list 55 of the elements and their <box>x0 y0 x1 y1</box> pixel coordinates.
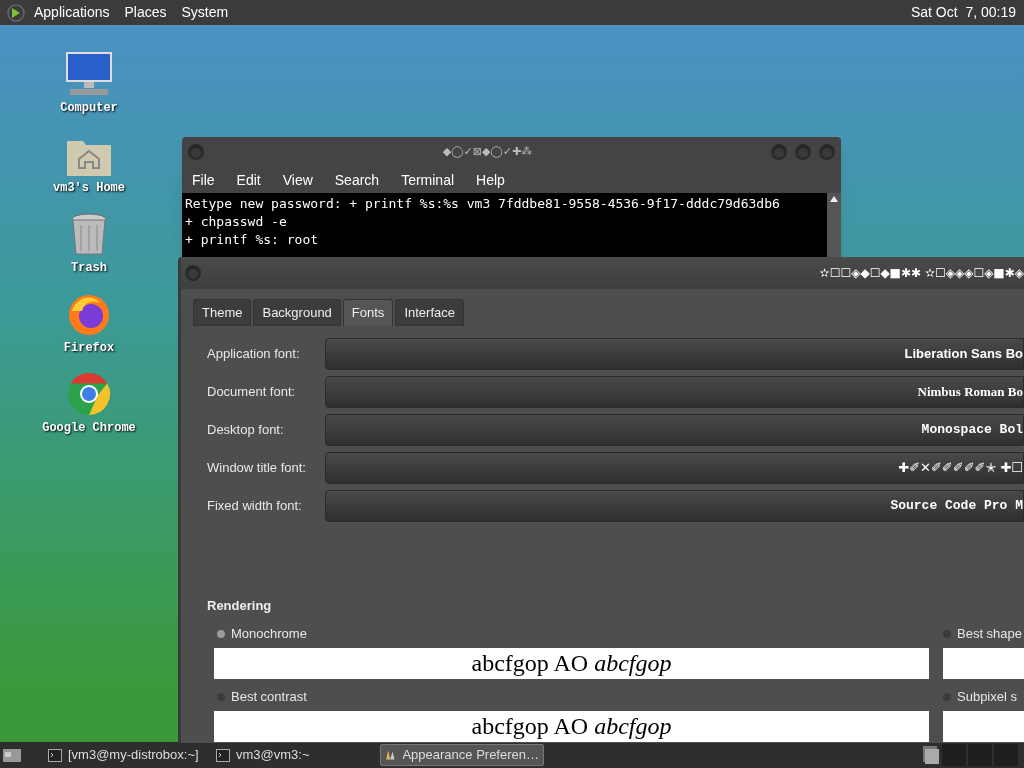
font-button[interactable]: ✚✐✕✐✐✐✐✐✭ ✚☐ <box>325 452 1024 484</box>
radio-button[interactable] <box>217 629 225 638</box>
window-menu-button[interactable] <box>188 144 204 160</box>
menu-item[interactable]: Search <box>334 169 380 191</box>
minimize-button[interactable] <box>771 144 787 160</box>
radio-label: Best shape <box>957 624 1023 643</box>
font-label: Application font: <box>207 345 301 364</box>
browser-icon <box>66 371 112 417</box>
panel-menu[interactable]: Applications <box>34 2 110 23</box>
tab[interactable]: Background <box>253 299 341 326</box>
radio-label: Subpixel s <box>957 687 1017 706</box>
font-preview: abcfgop AO abcfgop <box>214 710 929 742</box>
font-button[interactable]: Monospace Bol <box>325 414 1024 446</box>
tab[interactable]: Fonts <box>342 299 394 326</box>
window-list-icon[interactable] <box>922 745 940 765</box>
scroll-up-icon[interactable] <box>830 196 838 202</box>
taskbar-button[interactable]: vm3@vm3:~ <box>212 744 376 766</box>
terminal-icon <box>48 748 62 762</box>
maximize-button[interactable] <box>795 144 811 160</box>
menu-item[interactable]: Edit <box>236 169 261 191</box>
taskbar-button[interactable]: Appearance Preferen… <box>380 744 544 766</box>
menu-item[interactable]: File <box>192 169 215 191</box>
font-preview: abcfgop AO abcfgop <box>214 647 929 679</box>
radio-label: Best contrast <box>231 687 307 706</box>
menu-item[interactable]: Terminal <box>401 169 455 191</box>
trash-icon <box>69 213 109 257</box>
window-title: ✫☐☐◈◆☐◆■✱✱ ✫☐◈◈◈☐◈■✱◈ <box>819 265 1024 282</box>
font-button[interactable]: Nimbus Roman Bo <box>325 376 1024 408</box>
tab[interactable]: Theme <box>193 299 252 326</box>
taskbar-button[interactable]: [vm3@my-distrobox:~] <box>44 744 208 766</box>
font-label: Document font: <box>207 383 297 402</box>
tab[interactable]: Interface <box>395 299 464 326</box>
window-menu-button[interactable] <box>185 265 201 281</box>
menu-item[interactable]: Help <box>476 169 505 191</box>
close-button[interactable] <box>819 144 835 160</box>
workspace-button[interactable] <box>994 744 1018 766</box>
menu-item[interactable]: View <box>282 169 313 191</box>
computer-icon <box>64 51 114 97</box>
scrollbar[interactable] <box>827 193 841 257</box>
terminal-output: Retype new password: + printf %s:%s vm3 7fddbe81-9558-4536-9f17-dddc79d63db6 + chpasswd -e + printf %s: root <box>182 193 827 257</box>
clock[interactable]: Sat Oct 7, 00:19 <box>910 2 1016 23</box>
section-heading: Rendering <box>207 597 273 615</box>
panel-menu[interactable]: Places <box>124 2 167 23</box>
panel-menu[interactable]: System <box>181 2 229 23</box>
show-desktop-icon[interactable] <box>2 746 22 764</box>
radio-label: Monochrome <box>231 624 307 643</box>
workspace-button[interactable] <box>968 744 992 766</box>
font-label: Desktop font: <box>207 421 285 440</box>
menu-logo-icon[interactable] <box>6 2 26 23</box>
font-button[interactable]: Source Code Pro M <box>325 490 1024 522</box>
font-label: Fixed width font: <box>207 497 303 516</box>
window-title: ◆◯✓⊠◆◯✓✚⁂ <box>441 143 534 160</box>
font-button[interactable]: Liberation Sans Bo <box>325 338 1024 370</box>
terminal-icon <box>216 748 230 762</box>
font-label: Window title font: <box>207 459 307 478</box>
